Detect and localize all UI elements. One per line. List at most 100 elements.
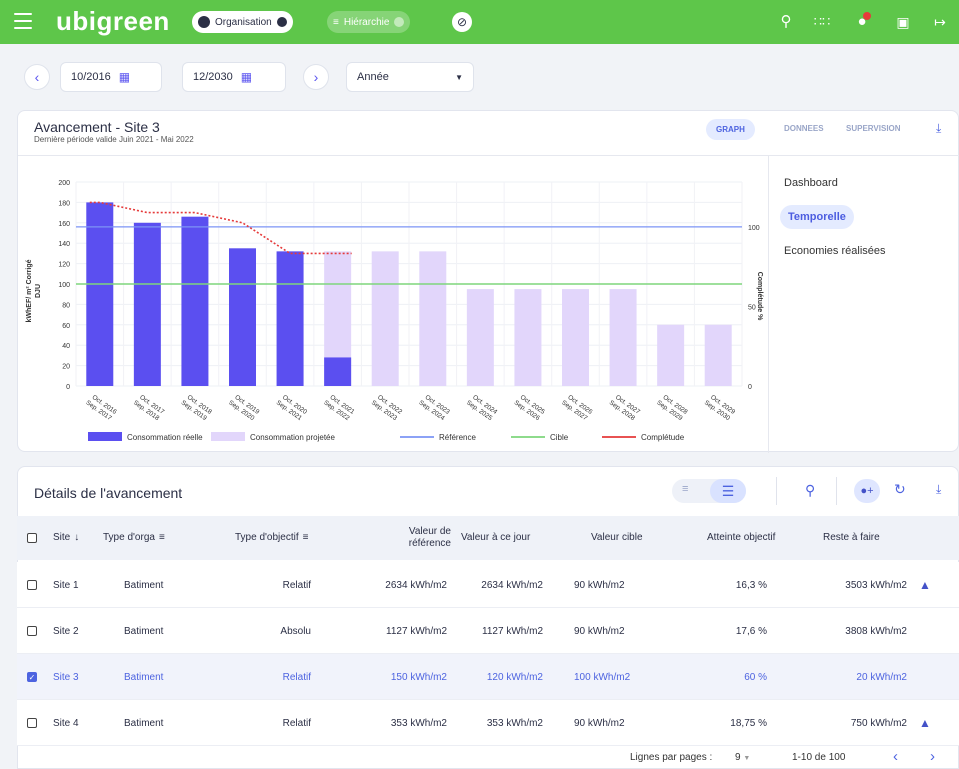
col-reste[interactable]: Reste à faire [823,516,880,560]
table-row[interactable]: ✓ Site 3 Batiment Relatif 150 kWh/m2 120 kWh/… [17,654,959,700]
contact-icon[interactable]: ▣ [893,12,913,32]
tab-graph[interactable]: GRAPH [706,119,755,140]
cell-site: Site 4 [53,717,79,729]
cell-cible: 90 kWh/m2 [574,579,625,591]
next-period-button[interactable]: › [303,64,329,90]
y-tick-label: 200 [58,180,70,187]
col-site[interactable]: Site ↓ [53,516,79,560]
bar-real [86,202,114,386]
bell-plus-icon[interactable]: ●+ [854,479,880,503]
col-valeur-ref[interactable]: Valeur de référence [389,516,451,560]
row-checkbox-cell: ✓ [27,654,37,700]
col-type-orga[interactable]: Type d'orga ≡ [103,516,165,560]
bar-projected [514,289,542,386]
col-atteinte-label: Atteinte objectif [707,532,776,543]
tab-donnees[interactable]: DONNEES [784,124,824,133]
globe-icon [198,16,210,28]
select-all-checkbox[interactable] [27,533,37,543]
x-tick-label: Oct. 2018Sep. 2019 [180,393,214,423]
start-date-picker[interactable]: 10/2016 ▦ [60,62,162,92]
bar-projected [466,289,494,386]
rows-per-page-label: Lignes par pages : [630,752,713,763]
cell-jour: 2634 kWh/m2 [481,579,543,591]
previous-period-button[interactable]: ‹ [24,64,50,90]
side-item-economies[interactable]: Economies réalisées [784,245,886,257]
col-atteinte[interactable]: Atteinte objectif [707,516,775,560]
bar-projected [371,251,399,386]
alert-bell-icon[interactable]: ▲ [919,700,931,746]
progress-chart-card: Avancement - Site 3 Dernière période val… [17,110,959,453]
cell-cible: 90 kWh/m2 [574,717,625,729]
y-tick-label: 0 [66,384,70,391]
col-valeur-jour[interactable]: Valeur à ce jour [461,516,530,560]
y-tick-label: 180 [58,200,70,207]
row-checkbox-cell [27,700,37,746]
bar-real [229,248,256,386]
cell-atteinte: 18,75 % [730,717,767,729]
table-row[interactable]: Site 2 Batiment Absolu 1127 kWh/m2 1127 kWh/… [17,608,959,654]
tab-supervision[interactable]: SUPERVISION [846,124,901,133]
period-value: Année [357,71,389,83]
period-select[interactable]: Année ▼ [346,62,474,92]
col-valeur-cible[interactable]: Valeur cible [591,516,643,560]
row-checkbox[interactable] [27,718,37,728]
x-tick-label: Oct. 2020Sep. 2021 [275,393,309,423]
cell-reste: 750 kWh/m2 [850,717,907,729]
bell-icon[interactable]: ● [852,12,872,32]
cell-orga: Batiment [124,579,164,591]
bar-projected [609,289,637,386]
divider [836,477,837,505]
legend-swatch [88,432,122,441]
alert-bell-icon[interactable]: ▲ [919,562,931,608]
rows-per-page-value: 9 [735,752,741,763]
organisation-selector[interactable]: Organisation [192,11,293,33]
cell-orga: Batiment [124,671,164,683]
menu-icon[interactable] [14,13,32,29]
x-tick-label: Oct. 2024Sep. 2025 [465,393,499,423]
y-tick-label: 60 [62,323,70,330]
disable-icon[interactable]: ⊘ [452,12,472,32]
legend-label: Référence [439,433,476,442]
indent-icon[interactable]: ≡ [682,483,688,495]
search-icon[interactable]: ⚲ [805,482,815,499]
table-row[interactable]: Site 1 Batiment Relatif 2634 kWh/m2 2634 kWh… [17,562,959,608]
x-tick-label: Oct. 2027Sep. 2028 [608,393,642,423]
chart-title: Avancement - Site 3 [34,119,160,135]
x-tick-label: Oct. 2021Sep. 2022 [322,393,356,423]
table-row[interactable]: Site 4 Batiment Relatif 353 kWh/m2 353 kWh/m… [17,700,959,746]
cell-atteinte: 60 % [744,671,767,683]
download-icon[interactable]: ⤓ [936,482,941,497]
y-tick-label: 140 [58,241,70,248]
cell-ref: 2634 kWh/m2 [385,579,447,591]
side-item-temporelle[interactable]: Temporelle [780,205,854,229]
end-date-picker[interactable]: 12/2030 ▦ [182,62,286,92]
search-icon[interactable]: ⚲ [776,12,796,32]
chevron-left-icon[interactable]: ‹ [893,748,898,765]
close-icon[interactable] [394,17,405,27]
list-icon[interactable]: ☰ [710,479,746,503]
row-checkbox[interactable]: ✓ [27,672,37,682]
close-icon[interactable] [276,17,287,27]
rows-per-page-select[interactable]: 9 ▼ [735,752,750,763]
row-checkbox[interactable] [27,580,37,590]
col-type-objectif[interactable]: Type d'objectif ≡ [235,516,308,560]
cell-objectif: Relatif [282,579,311,591]
refresh-icon[interactable]: ↻ [894,481,906,498]
chevron-right-icon[interactable]: › [930,748,935,765]
bar-real [324,357,352,386]
row-checkbox[interactable] [27,626,37,636]
hierarchy-selector[interactable]: ≡ Hiérarchie [327,11,411,33]
consumption-chart: 200180160140120100806040200100500Oct. 20… [26,180,763,442]
y-axis-label: kWhEF/ m² Corrigé [26,259,33,322]
y-axis-label-2: DJU [35,284,42,298]
x-tick-label: Oct. 2026Sep. 2027 [560,393,594,423]
apps-icon[interactable]: ∷∷ [812,12,832,32]
cell-site: Site 1 [53,579,79,591]
download-icon[interactable]: ⤓ [936,121,941,136]
logout-icon[interactable]: ↦ [930,12,950,32]
y-tick-label: 40 [62,343,70,350]
col-site-label: Site [53,532,71,543]
side-item-dashboard[interactable]: Dashboard [784,177,838,189]
y-tick-label: 160 [58,221,70,228]
row-checkbox-cell [27,608,37,654]
